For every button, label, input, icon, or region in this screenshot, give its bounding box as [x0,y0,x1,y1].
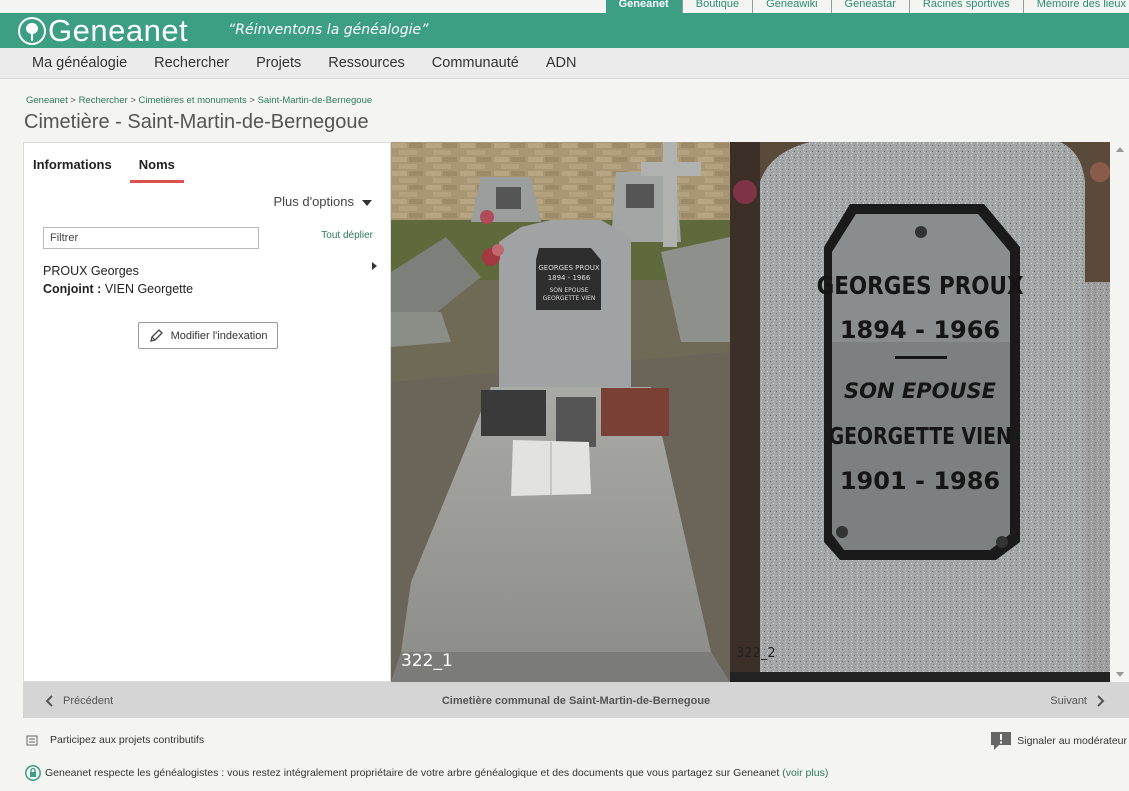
pencil-icon [149,329,163,342]
svg-text:1894 - 1966: 1894 - 1966 [548,274,591,282]
alert-bubble-icon [991,732,1012,750]
report-label: Signaler au modérateur [1017,735,1127,747]
breadcrumb-commune[interactable]: Saint-Martin-de-Bernegoue [258,95,373,106]
grave-photo-2[interactable]: GEORGES PROUX 1894 - 1966 SON EPOUSE GEO… [730,142,1110,682]
tagline: “Réinventons la généalogie” [228,22,429,38]
info-panel: Informations Noms Plus d'options Tout dé… [23,142,391,682]
nav-ressources[interactable]: Ressources [328,48,405,78]
footer-text: Geneanet respecte les généalogistes : vo… [45,767,780,779]
spouse-label: Conjoint : [43,282,102,296]
page-title: Cimetière - Saint-Martin-de-Bernegoue [24,111,369,133]
contrib-label: Participez aux projets contributifs [50,734,205,746]
expand-arrow-icon[interactable] [372,262,377,270]
grave-photo-1[interactable]: GEORGES PROUX 1894 - 1966 SON EPOUSE GEO… [391,142,730,682]
scroll-down-icon[interactable] [1116,672,1124,677]
more-options-label: Plus d'options [273,194,354,209]
breadcrumb-cimetieres[interactable]: Cimetières et monuments [139,95,247,106]
svg-text:GEORGES PROUX: GEORGES PROUX [538,264,599,272]
person-name: PROUX Georges [43,264,139,278]
scroll-up-icon[interactable] [1116,147,1124,152]
plaque-line-3: SON EPOUSE [844,379,997,403]
next-label: Suivant [1050,695,1087,707]
grave-overview-image: GEORGES PROUX 1894 - 1966 SON EPOUSE GEO… [391,142,730,682]
top-link-geneanet[interactable]: Geneanet [605,0,682,13]
top-links: Geneanet Boutique Geneawiki Geneastar Ra… [605,0,1129,13]
person-entry[interactable]: PROUX Georges Conjoint : VIEN Georgette [43,262,193,298]
report-moderator-link[interactable]: Signaler au modérateur [990,731,1127,751]
plaque-line-1: GEORGES PROUX [817,271,1024,300]
svg-text:GEORGETTE VIEN: GEORGETTE VIEN [543,295,596,302]
footer-note: Geneanet respecte les généalogistes : vo… [25,765,828,781]
logo[interactable]: Geneanet [18,15,188,46]
nav-ma-genealogie[interactable]: Ma généalogie [32,48,127,78]
top-link-geneawiki[interactable]: Geneawiki [752,0,830,13]
spouse-name: VIEN Georgette [104,282,194,296]
nav-projets[interactable]: Projets [256,48,301,78]
plaque-line-4: GEORGETTE VIEN [829,422,1012,449]
nav-adn[interactable]: ADN [546,48,577,78]
chevron-right-icon [1097,695,1105,707]
breadcrumb-separator: > [249,95,258,106]
plaque-line-5: 1901 - 1986 [840,467,1000,495]
plaque-line-2: 1894 - 1966 [840,316,1000,344]
edit-indexation-button[interactable]: Modifier l'indexation [138,322,278,349]
nav-communaute[interactable]: Communauté [432,48,519,78]
contrib-projects-link[interactable]: Participez aux projets contributifs [25,733,204,747]
breadcrumb: Geneanet > Rechercher > Cimetières et mo… [26,95,372,106]
filter-input[interactable] [43,227,259,249]
cemetery-name: Cimetière communal de Saint-Martin-de-Be… [441,695,711,707]
logo-text: Geneanet [48,13,189,48]
edit-indexation-label: Modifier l'indexation [170,329,268,342]
top-strip: Geneanet Boutique Geneawiki Geneastar Ra… [0,0,1129,13]
top-link-memoire-des-lieux[interactable]: Mémoire des lieux [1022,0,1129,13]
brand-bar: Geneanet “Réinventons la généalogie” [0,13,1129,48]
tree-logo-icon [18,16,46,45]
photo-pager: Précédent Cimetière communal de Saint-Ma… [23,682,1129,718]
top-link-racines-sportives[interactable]: Racines sportives [908,0,1023,13]
tab-informations[interactable]: Informations [33,157,121,183]
breadcrumb-rechercher[interactable]: Rechercher [79,95,128,106]
breadcrumb-geneanet[interactable]: Geneanet [26,95,68,106]
next-button[interactable]: Suivant [1050,694,1107,708]
breadcrumb-separator: > [70,95,79,106]
panel-tabs: Informations Noms [33,157,193,183]
top-link-boutique[interactable]: Boutique [681,0,752,13]
spouse-line: Conjoint : VIEN Georgette [43,280,193,298]
scrollbar[interactable] [1111,142,1129,682]
tab-noms[interactable]: Noms [129,157,184,183]
lock-icon [25,765,41,781]
nav-rechercher[interactable]: Rechercher [154,48,229,78]
top-link-geneastar[interactable]: Geneastar [830,0,909,13]
more-options-dropdown[interactable]: Plus d'options [273,194,372,209]
photo-1-caption: 322_1 [401,651,453,671]
main-nav: Ma généalogie Rechercher Projets Ressour… [0,48,1129,79]
list-icon [26,735,38,746]
breadcrumb-separator: > [130,95,139,106]
svg-text:SON EPOUSE: SON EPOUSE [549,287,588,294]
plaque-closeup-image: GEORGES PROUX 1894 - 1966 SON EPOUSE GEO… [730,142,1110,682]
expand-all-link[interactable]: Tout déplier [321,230,373,241]
footer-see-more-link[interactable]: (voir plus) [782,767,828,779]
caret-down-icon [362,199,372,206]
photo-2-caption: 322_2 [736,646,776,661]
